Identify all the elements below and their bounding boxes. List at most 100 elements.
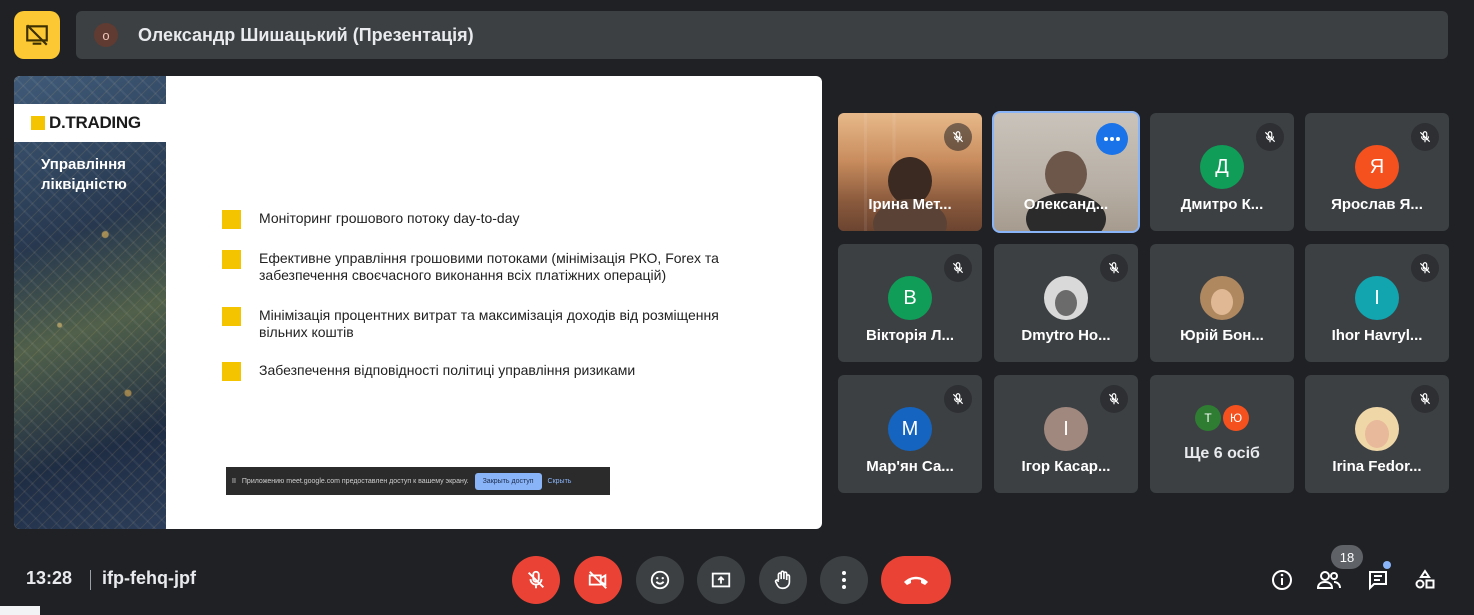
slide-bullet: Забезпечення відповідності політиці упра… [222,362,769,381]
mic-off-icon [1256,123,1284,151]
bullet-text: Забезпечення відповідності політиці упра… [259,362,636,378]
bullet-square-icon [222,210,241,229]
camera-off-icon [588,571,607,589]
participant-name: Дмитро К... [1180,196,1264,213]
share-notice-text: Приложению meet.google.com предоставлен … [241,477,469,485]
participant-tile[interactable]: В Вікторія Л... [838,244,982,362]
screen-share-notice: II Приложению meet.google.com предоставл… [226,467,610,495]
microphone-button[interactable] [512,556,560,604]
hide-notice-link[interactable]: Скрыть [548,478,572,485]
slide-bullet: Ефективне управління грошовими потоками … [222,250,769,284]
participant-tile[interactable]: М Мар'ян Са... [838,375,982,493]
bullet-square-icon [222,250,241,269]
mic-off-icon [1100,254,1128,282]
participant-name: Юрій Бон... [1180,327,1264,344]
more-options-button[interactable] [820,556,868,604]
participant-tile[interactable]: I Ihor Havryl... [1305,244,1449,362]
participant-avatar: М [888,407,932,451]
participant-tile[interactable]: Юрій Бон... [1150,244,1294,362]
logo-square-icon [31,116,45,130]
participant-name: Dmytro Ho... [1021,327,1111,344]
presentation-icon[interactable] [14,11,60,59]
divider [90,570,91,590]
mic-off-icon [1411,123,1439,151]
bullet-text: Моніторинг грошового потоку day-to-day [259,210,520,226]
bullet-square-icon [222,362,241,381]
participant-tile[interactable]: Олександ... [992,111,1140,233]
participant-name: Irina Fedor... [1332,458,1422,475]
chat-notification-dot [1383,561,1391,569]
slide-bullet: Моніторинг грошового потоку day-to-day [222,210,769,229]
bullet-text: Мінімізація процентних витрат та максимі… [259,307,719,340]
drag-handle-icon[interactable]: II [232,478,236,485]
more-vert-icon [842,571,846,589]
participant-avatar: В [888,276,932,320]
end-call-button[interactable] [881,556,951,604]
chat-button[interactable] [1364,566,1392,594]
mic-off-icon [944,385,972,413]
more-options-icon[interactable] [1096,123,1128,155]
participant-photo-avatar [1355,407,1399,451]
people-button[interactable] [1315,566,1343,594]
reactions-button[interactable] [636,556,684,604]
presenter-title-bar: o Олександр Шишацький (Презентація) [76,11,1448,59]
presenter-badge: o [94,23,118,47]
mic-off-icon [1411,385,1439,413]
hand-icon [774,570,791,590]
shared-slide: D.TRADING Управління ліквідністю Монітор… [14,76,822,529]
participant-tile[interactable]: Д Дмитро К... [1150,113,1294,231]
slide-bullet: Мінімізація процентних витрат та максимі… [222,307,769,341]
activities-button[interactable] [1411,566,1439,594]
clock: 13:28 [26,568,73,588]
bullet-text: Ефективне управління грошовими потоками … [259,250,719,283]
participant-tile[interactable]: Irina Fedor... [1305,375,1449,493]
participant-photo-avatar [1200,276,1244,320]
presenter-title: Олександр Шишацький (Презентація) [138,24,474,45]
participant-name: Ірина Мет... [868,196,952,213]
camera-button[interactable] [574,556,622,604]
participant-name: Ihor Havryl... [1331,327,1423,344]
bullet-square-icon [222,307,241,326]
chat-icon [1369,571,1387,591]
info-icon [1272,570,1292,590]
participant-tile[interactable]: І Ігор Касар... [994,375,1138,493]
slide-heading: Управління ліквідністю [41,156,127,193]
stop-sharing-button[interactable]: Закрыть доступ [474,472,542,490]
participant-tile[interactable]: Dmytro Ho... [994,244,1138,362]
mic-off-icon [1100,385,1128,413]
participant-head [1045,151,1087,197]
others-avatars: Т Ю [1195,405,1249,431]
participant-tile[interactable]: Я Ярослав Я... [1305,113,1449,231]
stop-presenting-icon [26,24,48,46]
participant-avatar: Ю [1223,405,1249,431]
participant-name: Олександ... [1023,196,1109,213]
more-participants-label: Ще 6 осіб [1184,445,1260,462]
participant-name: Ярослав Я... [1331,196,1423,213]
participant-name: Ігор Касар... [1021,458,1111,475]
mic-off-icon [1411,254,1439,282]
participant-avatar: Я [1355,145,1399,189]
mic-off-icon [944,254,972,282]
participant-avatar: І [1044,407,1088,451]
meeting-details-button[interactable] [1268,566,1296,594]
mic-off-icon [944,123,972,151]
logo-text: D.TRADING [49,113,141,132]
people-icon [1316,571,1341,589]
present-button[interactable] [697,556,745,604]
mic-off-icon [528,570,544,589]
participant-name: Мар'ян Са... [866,458,954,475]
activities-icon [1415,569,1435,589]
meeting-code: ifp-fehq-jpf [102,568,196,588]
slide-photo [14,76,166,529]
participant-photo-avatar [1044,276,1088,320]
slide-logo: D.TRADING [14,104,166,142]
present-icon [711,572,731,588]
emoji-icon [650,570,670,590]
participant-avatar: Д [1200,145,1244,189]
participant-name: Вікторія Л... [865,327,955,344]
hang-up-icon [904,576,928,585]
raise-hand-button[interactable] [759,556,807,604]
participant-tile[interactable]: Ірина Мет... [838,113,982,231]
more-participants-tile[interactable]: Т Ю Ще 6 осіб [1150,375,1294,493]
participant-avatar: I [1355,276,1399,320]
